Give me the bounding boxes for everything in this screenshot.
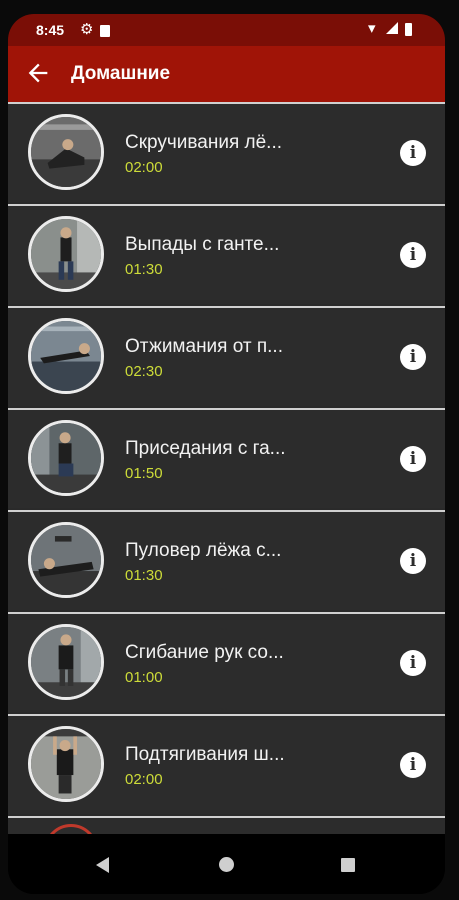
info-icon[interactable]: i bbox=[400, 242, 426, 268]
info-icon[interactable]: i bbox=[400, 344, 426, 370]
exercise-duration: 02:00 bbox=[125, 771, 163, 788]
battery-icon bbox=[405, 23, 412, 36]
app-bar: Домашние bbox=[8, 46, 445, 102]
info-icon[interactable]: i bbox=[400, 140, 426, 166]
exercise-duration: 01:50 bbox=[125, 465, 163, 482]
exercise-row[interactable]: Сгибание рук со... 01:00 i bbox=[8, 612, 445, 712]
system-nav-bar bbox=[8, 834, 445, 894]
exercise-thumbnail bbox=[28, 216, 104, 292]
exercise-row[interactable]: Подтягивания ш... 02:00 i bbox=[8, 714, 445, 814]
exercise-duration: 02:30 bbox=[125, 363, 163, 380]
info-icon[interactable]: i bbox=[400, 650, 426, 676]
sd-card-icon bbox=[100, 25, 110, 37]
exercise-row[interactable]: Отжимания от п... 02:30 i bbox=[8, 306, 445, 406]
exercise-row[interactable]: Приседания с га... 01:50 i bbox=[8, 408, 445, 508]
exercise-name: Пуловер лёжа с... bbox=[125, 540, 282, 561]
nav-recents-button[interactable] bbox=[341, 858, 355, 872]
exercise-row[interactable]: Выпады с ганте... 01:30 i bbox=[8, 204, 445, 304]
exercise-name: Скручивания лё... bbox=[125, 132, 283, 153]
exercise-name: Сгибание рук со... bbox=[125, 642, 284, 663]
wifi-icon: ▾ bbox=[368, 20, 376, 37]
exercise-row[interactable]: Пуловер лёжа с... 01:30 i bbox=[8, 510, 445, 610]
info-icon[interactable]: i bbox=[400, 548, 426, 574]
nav-home-button[interactable] bbox=[219, 857, 234, 872]
exercise-name: Выпады с ганте... bbox=[125, 234, 280, 255]
signal-icon bbox=[386, 22, 398, 34]
back-button[interactable] bbox=[24, 59, 52, 87]
exercise-duration: 02:00 bbox=[125, 159, 163, 176]
arrow-left-icon bbox=[28, 63, 48, 83]
nav-back-button[interactable] bbox=[96, 857, 109, 873]
status-bar: 8:45 ⚙ ▾ bbox=[8, 14, 445, 46]
exercise-thumbnail bbox=[28, 318, 104, 394]
exercise-duration: 01:30 bbox=[125, 567, 163, 584]
exercise-name: Приседания с га... bbox=[125, 438, 286, 459]
exercise-duration: 01:30 bbox=[125, 261, 163, 278]
exercise-thumbnail bbox=[28, 522, 104, 598]
exercise-row-partial[interactable] bbox=[8, 816, 445, 834]
exercise-thumbnail bbox=[28, 114, 104, 190]
page-title: Домашние bbox=[71, 63, 171, 84]
info-icon[interactable]: i bbox=[400, 752, 426, 778]
phone-screen: 8:45 ⚙ ▾ Домашние Скручивания лё... 02:0… bbox=[8, 14, 445, 894]
exercise-name: Отжимания от п... bbox=[125, 336, 283, 357]
status-time: 8:45 bbox=[36, 22, 65, 38]
exercise-thumbnail bbox=[28, 624, 104, 700]
exercise-row[interactable]: Скручивания лё... 02:00 i bbox=[8, 102, 445, 202]
exercise-thumbnail bbox=[44, 824, 98, 834]
exercise-thumbnail bbox=[28, 726, 104, 802]
info-icon[interactable]: i bbox=[400, 446, 426, 472]
exercise-thumbnail bbox=[28, 420, 104, 496]
exercise-name: Подтягивания ш... bbox=[125, 744, 285, 765]
gear-icon: ⚙ bbox=[80, 21, 94, 38]
exercise-list[interactable]: Скручивания лё... 02:00 i Выпады с ганте… bbox=[8, 102, 445, 834]
exercise-duration: 01:00 bbox=[125, 669, 163, 686]
